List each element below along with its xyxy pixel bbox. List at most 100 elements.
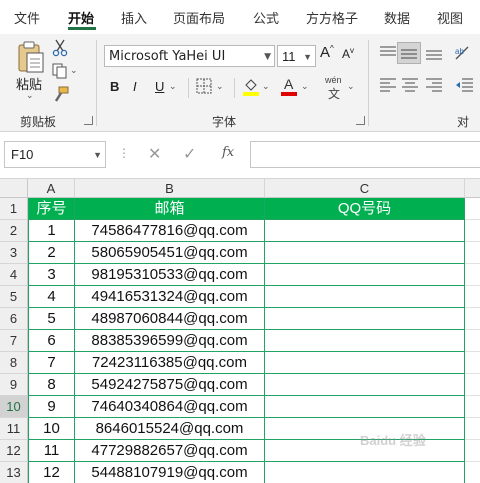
font-color-dropdown-icon[interactable]: ⌄: [301, 81, 309, 92]
tab-fangfang-gezi[interactable]: 方方格子: [306, 8, 358, 27]
cell-email[interactable]: 8646015524@qq.com: [75, 418, 265, 440]
cell-email[interactable]: 88385396599@qq.com: [75, 330, 265, 352]
column-header-c[interactable]: C: [265, 179, 465, 198]
grid-cell[interactable]: [465, 330, 480, 352]
column-header-d[interactable]: [465, 179, 480, 198]
grid-cell[interactable]: [465, 286, 480, 308]
row-header-1[interactable]: 1: [0, 198, 28, 220]
cell-email[interactable]: 98195310533@qq.com: [75, 264, 265, 286]
cell-qq[interactable]: [265, 286, 465, 308]
italic-button[interactable]: I: [133, 79, 137, 94]
grid-cell[interactable]: [465, 374, 480, 396]
grid-cell[interactable]: [465, 396, 480, 418]
cell-email[interactable]: 74586477816@qq.com: [75, 220, 265, 242]
cell-email[interactable]: 74640340864@qq.com: [75, 396, 265, 418]
font-color-icon[interactable]: A: [280, 75, 298, 96]
cell-index[interactable]: 10: [28, 418, 75, 440]
font-name-select[interactable]: Microsoft YaHei UI ▼: [104, 45, 275, 67]
copy-icon[interactable]: [52, 63, 68, 79]
row-header-11[interactable]: 11: [0, 418, 28, 440]
cell-email[interactable]: 54488107919@qq.com: [75, 462, 265, 483]
header-cell[interactable]: 邮箱: [75, 198, 265, 220]
insert-function-button[interactable]: fx: [222, 145, 234, 160]
cell-email[interactable]: 47729882657@qq.com: [75, 440, 265, 462]
decrease-indent-icon[interactable]: [454, 78, 474, 92]
formula-input[interactable]: [250, 141, 480, 168]
bold-button[interactable]: B: [110, 79, 119, 94]
cell-index[interactable]: 9: [28, 396, 75, 418]
paste-dropdown-icon[interactable]: ⌄: [26, 90, 34, 101]
row-header-8[interactable]: 8: [0, 352, 28, 374]
row-header-7[interactable]: 7: [0, 330, 28, 352]
cancel-icon[interactable]: ✕: [148, 144, 161, 164]
cell-qq[interactable]: [265, 330, 465, 352]
clipboard-launcher-icon[interactable]: [84, 116, 93, 125]
row-header-3[interactable]: 3: [0, 242, 28, 264]
fill-color-icon[interactable]: [242, 76, 260, 96]
borders-dropdown-icon[interactable]: ⌄: [216, 81, 224, 92]
borders-icon[interactable]: [196, 78, 212, 94]
enter-check-icon[interactable]: ✓: [183, 144, 196, 164]
tab-page-layout[interactable]: 页面布局: [173, 8, 225, 27]
cell-email[interactable]: 54924275875@qq.com: [75, 374, 265, 396]
name-box[interactable]: F10 ▼: [4, 141, 106, 168]
decrease-font-size-button[interactable]: Av: [342, 46, 354, 61]
row-header-9[interactable]: 9: [0, 374, 28, 396]
column-header-a[interactable]: A: [28, 179, 75, 198]
tab-data[interactable]: 数据: [384, 8, 410, 27]
grid-cell[interactable]: [465, 264, 480, 286]
align-left-icon[interactable]: [379, 78, 397, 92]
cut-icon[interactable]: [52, 39, 68, 57]
cell-index[interactable]: 3: [28, 264, 75, 286]
cell-email[interactable]: 72423116385@qq.com: [75, 352, 265, 374]
cell-email[interactable]: 49416531324@qq.com: [75, 286, 265, 308]
tab-home[interactable]: 开始: [68, 8, 94, 27]
align-middle-button[interactable]: [397, 42, 421, 64]
cell-index[interactable]: 11: [28, 440, 75, 462]
cell-index[interactable]: 5: [28, 308, 75, 330]
grid-cell[interactable]: [465, 462, 480, 483]
row-header-12[interactable]: 12: [0, 440, 28, 462]
format-painter-icon[interactable]: [52, 86, 70, 104]
cell-index[interactable]: 1: [28, 220, 75, 242]
cell-qq[interactable]: [265, 264, 465, 286]
tab-view[interactable]: 视图: [437, 8, 463, 27]
tab-insert[interactable]: 插入: [121, 8, 147, 27]
cell-index[interactable]: 7: [28, 352, 75, 374]
grid-cell[interactable]: [465, 220, 480, 242]
select-all-corner[interactable]: [0, 179, 28, 198]
phonetic-dropdown-icon[interactable]: ⌄: [347, 81, 355, 92]
orientation-icon[interactable]: ab: [454, 44, 474, 62]
row-header-10[interactable]: 10: [0, 396, 28, 418]
cell-qq[interactable]: [265, 308, 465, 330]
row-header-2[interactable]: 2: [0, 220, 28, 242]
phonetic-guide-icon[interactable]: wén: [325, 75, 342, 85]
row-header-4[interactable]: 4: [0, 264, 28, 286]
grid-cell[interactable]: [465, 440, 480, 462]
paste-icon[interactable]: [16, 40, 46, 74]
grid-cell[interactable]: [465, 352, 480, 374]
cell-qq[interactable]: [265, 220, 465, 242]
grid-cell[interactable]: [465, 242, 480, 264]
phonetic-char-icon[interactable]: 文: [328, 85, 340, 102]
font-size-select[interactable]: 11 ▼: [277, 45, 316, 67]
cell-index[interactable]: 6: [28, 330, 75, 352]
cell-qq[interactable]: [265, 352, 465, 374]
row-header-13[interactable]: 13: [0, 462, 28, 483]
grid-cell[interactable]: [465, 418, 480, 440]
cell-index[interactable]: 12: [28, 462, 75, 483]
cell-email[interactable]: 48987060844@qq.com: [75, 308, 265, 330]
align-center-icon[interactable]: [401, 78, 419, 92]
font-launcher-icon[interactable]: [356, 116, 365, 125]
align-right-icon[interactable]: [425, 78, 443, 92]
cell-index[interactable]: 8: [28, 374, 75, 396]
fill-color-dropdown-icon[interactable]: ⌄: [262, 81, 270, 92]
cell-email[interactable]: 58065905451@qq.com: [75, 242, 265, 264]
cell-qq[interactable]: [265, 396, 465, 418]
grid-cell[interactable]: [465, 198, 480, 220]
row-header-6[interactable]: 6: [0, 308, 28, 330]
tab-file[interactable]: 文件: [14, 8, 40, 27]
cell-qq[interactable]: [265, 242, 465, 264]
grid-cell[interactable]: [465, 308, 480, 330]
align-top-icon[interactable]: [379, 46, 397, 60]
